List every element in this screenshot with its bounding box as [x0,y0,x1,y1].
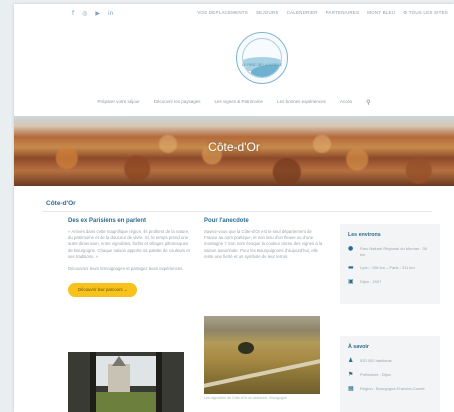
hero-banner: Côte-d'Or [14,116,454,186]
nav-item-sejour[interactable]: Préparer votre séjour [97,99,139,106]
main-nav: Préparer votre séjour Découvrir les pays… [14,99,454,106]
car-icon: ▬ [348,264,354,271]
map-icon: ▦ [348,385,354,392]
instagram-icon[interactable]: ◎ [82,10,87,17]
list-item: ⚑ Préfecture : Dijon [348,372,432,378]
location-icon: ● [348,245,354,252]
testimonial-column: Des ex Parisiens en parlent « Arrivés da… [68,218,190,298]
search-icon[interactable]: ⚲ [366,99,370,106]
hero-title: Côte-d'Or [208,140,260,154]
photo-tree [238,342,254,354]
flag-icon: ⚑ [348,371,354,378]
site-logo[interactable]: LE PARC DE LA MARINE [236,32,288,84]
list-item-text: Dijon : 2h37 [360,279,382,284]
nav-item-experiences[interactable]: Les bonnes expériences [277,99,326,106]
photo-spire [112,356,126,366]
page-frame: f ◎ ▶ in VOS DEPLACEMENTS SEJOURS CALEND… [14,4,454,412]
photo-greenery [96,392,156,412]
linkedin-icon[interactable]: in [108,10,113,17]
breadcrumb: Côte-d'Or [46,200,76,207]
section-title: Des ex Parisiens en parlent [68,218,147,224]
top-link-calendrier[interactable]: CALENDRIER [287,10,318,16]
list-item-text: Région : Bourgogne-Franche-Comté [360,386,425,391]
list-item-text: Préfecture : Dijon [360,372,391,377]
photo-frame-post [90,352,96,412]
top-link-mont-bleu[interactable]: MONT BLEU [367,10,395,16]
card-title: À savoir [348,344,369,350]
anecdote-column: Pour l'anecdote Saviez-vous que la Côte-… [204,218,324,266]
photo-church [108,364,130,394]
list-item-text: Parc Naturel Régional du Morvan : 30 km [360,246,427,257]
nav-item-paysages[interactable]: Découvrir les paysages [154,99,201,106]
top-link-sejours[interactable]: SEJOURS [256,10,279,16]
anecdote-text: Saviez-vous que la Côte-d'Or est le seul… [204,229,323,259]
divider [42,211,432,212]
list-item: ♟ 533 000 habitants [348,358,432,364]
list-item: ▬ Lyon : 196 km – Paris : 311 km [348,265,432,271]
village-photo [68,352,184,412]
top-link-deplacements[interactable]: VOS DEPLACEMENTS [197,10,248,16]
list-item: ● Parc Naturel Régional du Morvan : 30 k… [348,246,432,257]
social-links: f ◎ ▶ in [72,10,113,17]
photo-road [204,354,320,390]
logo-emblem [242,38,282,78]
photo-caption: Les vignobles de Côte-d'Or en automne, B… [204,396,287,400]
a-savoir-card: À savoir ♟ 533 000 habitants ⚑ Préfectur… [340,336,440,412]
top-links: VOS DEPLACEMENTS SEJOURS CALENDRIER PART… [197,10,448,16]
card-title: Les environs [348,232,381,238]
vineyard-photo [204,316,320,394]
list-item-text: 533 000 habitants [360,358,392,363]
youtube-icon[interactable]: ▶ [95,10,100,17]
section-title: Pour l'anecdote [204,218,249,224]
testimonial-note: Découvrez leurs témoignages et partagez … [68,266,184,272]
nav-item-acces[interactable]: Accès [340,99,352,106]
testimonial-text: « Arrivés dans cette magnifique région, … [68,229,190,259]
list-item-text: Lyon : 196 km – Paris : 311 km [360,265,415,270]
environs-card: Les environs ● Parc Naturel Régional du … [340,224,440,304]
train-icon: ▣ [348,278,354,285]
list-item: ▦ Région : Bourgogne-Franche-Comté [348,386,432,392]
top-link-partenaires[interactable]: PARTENAIRES [326,10,360,16]
nav-item-vignes[interactable]: Les vignes & Patrimoine [215,99,264,106]
photo-frame-post [156,352,162,412]
list-item: ▣ Dijon : 2h37 [348,279,432,285]
discover-parcours-button[interactable]: Découvrir leur parcours ⌄ [68,283,138,298]
logo-text: LE PARC DE LA MARINE [241,63,283,67]
top-link-all-sites[interactable]: ⚙ TOUS LES SITES [403,10,448,16]
facebook-icon[interactable]: f [72,10,74,17]
people-icon: ♟ [348,357,354,364]
top-bar: f ◎ ▶ in VOS DEPLACEMENTS SEJOURS CALEND… [14,4,454,22]
